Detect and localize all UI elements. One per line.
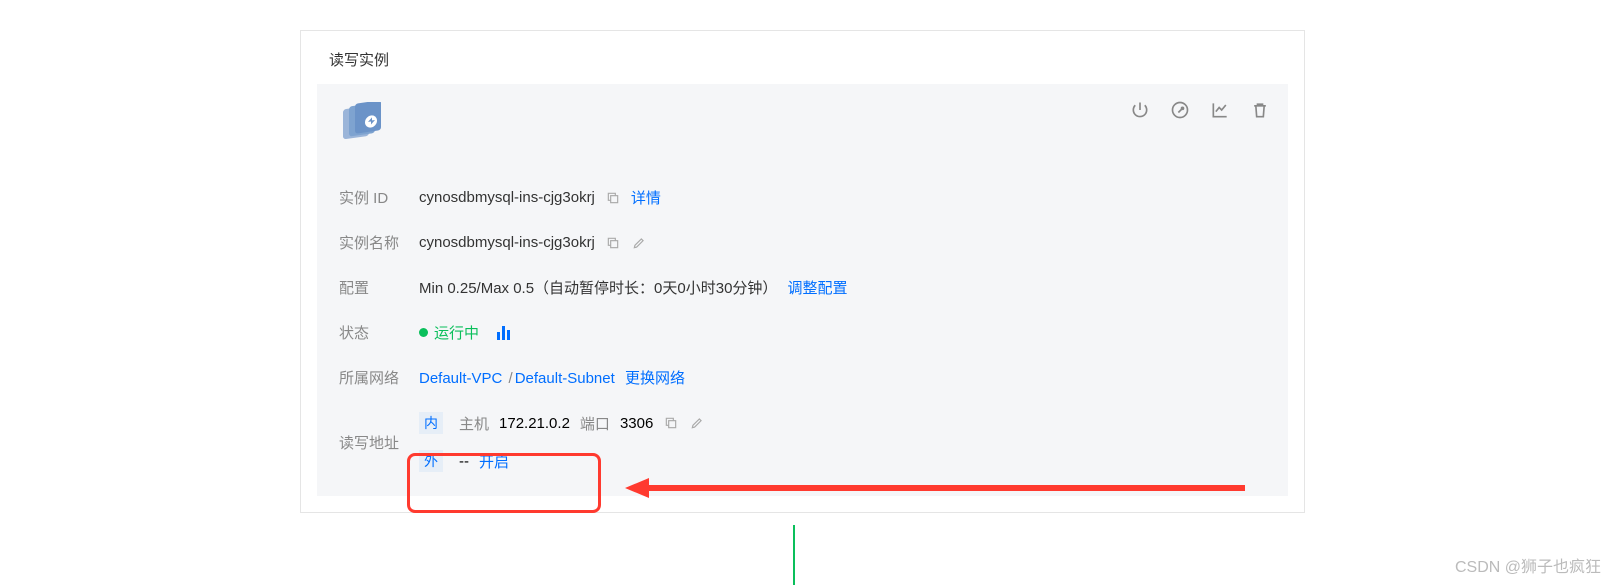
- row-status: 状态 运行中: [339, 322, 1266, 343]
- status-badge: 运行中: [419, 322, 479, 343]
- copy-icon[interactable]: [605, 190, 621, 206]
- database-icon: [339, 102, 385, 144]
- target-icon[interactable]: [1170, 100, 1190, 120]
- host-label: 主机: [459, 413, 489, 434]
- row-instance-name: 实例名称 cynosdbmysql-ins-cjg3okrj: [339, 232, 1266, 253]
- host-value: 172.21.0.2: [499, 415, 570, 432]
- label-network: 所属网络: [339, 367, 419, 388]
- card-toolbar: [1130, 100, 1270, 120]
- value-instance-id: cynosdbmysql-ins-cjg3okrj: [419, 189, 595, 206]
- copy-icon[interactable]: [605, 235, 621, 251]
- vertical-marker: [793, 525, 795, 585]
- label-address: 读写地址: [339, 432, 419, 453]
- port-value: 3306: [620, 415, 653, 432]
- external-tag: 外: [419, 450, 443, 472]
- watermark: CSDN @狮子也疯狂: [1455, 553, 1601, 577]
- internal-tag: 内: [419, 412, 443, 434]
- internal-address: 内 主机 172.21.0.2 端口 3306: [419, 412, 705, 434]
- copy-icon[interactable]: [663, 415, 679, 431]
- subnet-link[interactable]: Default-Subnet: [515, 370, 615, 387]
- instance-card: 读写实例 实例 ID cynosdbmysql-ins-cjg3okrj 详情: [300, 30, 1305, 513]
- chart-line-icon[interactable]: [1210, 100, 1230, 120]
- label-config: 配置: [339, 277, 419, 298]
- power-icon[interactable]: [1130, 100, 1150, 120]
- monitor-icon[interactable]: [497, 326, 510, 340]
- row-address: 读写地址 内 主机 172.21.0.2 端口 3306 外 -- 开启: [339, 412, 1266, 472]
- card-title: 读写实例: [301, 31, 1304, 78]
- trash-icon[interactable]: [1250, 100, 1270, 120]
- row-instance-id: 实例 ID cynosdbmysql-ins-cjg3okrj 详情: [339, 187, 1266, 208]
- label-instance-id: 实例 ID: [339, 187, 419, 208]
- port-label: 端口: [580, 413, 610, 434]
- card-inner: 实例 ID cynosdbmysql-ins-cjg3okrj 详情 实例名称 …: [317, 84, 1288, 496]
- external-value: --: [459, 453, 469, 470]
- edit-icon[interactable]: [689, 415, 705, 431]
- enable-external-link[interactable]: 开启: [479, 451, 509, 472]
- adjust-config-link[interactable]: 调整配置: [787, 277, 847, 298]
- value-config: Min 0.25/Max 0.5（自动暂停时长：0天0小时30分钟）: [419, 277, 777, 298]
- label-instance-name: 实例名称: [339, 232, 419, 253]
- row-network: 所属网络 Default-VPC /Default-Subnet 更换网络: [339, 367, 1266, 388]
- detail-link[interactable]: 详情: [631, 187, 661, 208]
- edit-icon[interactable]: [631, 235, 647, 251]
- label-status: 状态: [339, 322, 419, 343]
- value-instance-name: cynosdbmysql-ins-cjg3okrj: [419, 234, 595, 251]
- vpc-link[interactable]: Default-VPC: [419, 370, 502, 387]
- external-address: 外 -- 开启: [419, 450, 705, 472]
- network-separator: /: [509, 370, 513, 387]
- change-network-link[interactable]: 更换网络: [625, 370, 685, 387]
- row-config: 配置 Min 0.25/Max 0.5（自动暂停时长：0天0小时30分钟） 调整…: [339, 277, 1266, 298]
